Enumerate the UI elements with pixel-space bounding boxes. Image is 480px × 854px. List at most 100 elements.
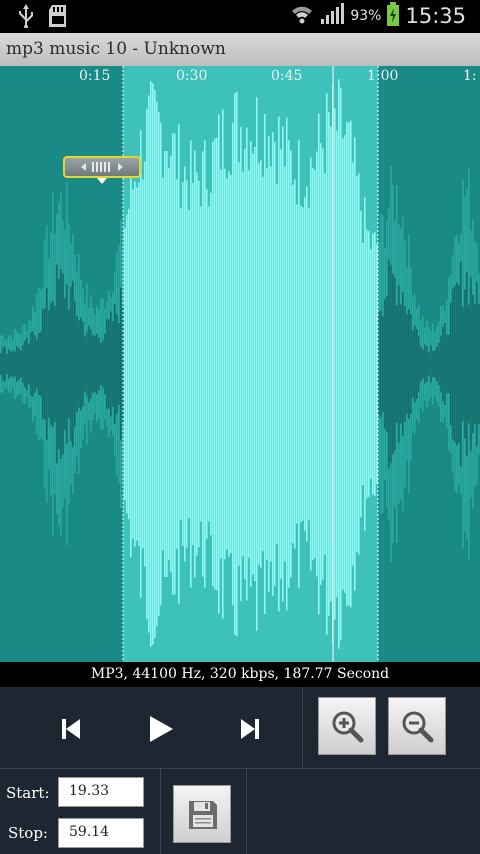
skip-to-start-button[interactable] <box>51 709 91 749</box>
waveform-core <box>76 315 78 413</box>
waveform-sample <box>210 192 212 536</box>
waveform-core <box>434 350 436 378</box>
page-title: mp3 music 10 - Unknown <box>6 39 226 59</box>
waveform-core <box>396 305 398 423</box>
waveform-core <box>44 308 46 420</box>
waveform-core <box>30 332 32 396</box>
start-label: Start: <box>6 784 50 802</box>
waveform-sample <box>244 148 246 580</box>
waveform-sample <box>124 227 126 501</box>
waveform-sample <box>136 187 138 541</box>
waveform-sample <box>340 87 342 641</box>
waveform-core <box>406 313 408 415</box>
battery-percent: 93% <box>350 8 382 24</box>
waveform-sample <box>230 174 232 554</box>
waveform-core <box>22 344 24 384</box>
play-button[interactable] <box>140 709 180 749</box>
waveform-sample <box>308 207 310 521</box>
save-button[interactable] <box>173 785 231 843</box>
waveform-sample <box>292 184 294 544</box>
waveform-sample <box>346 122 348 606</box>
waveform-sample <box>190 140 192 588</box>
waveform-sample <box>344 135 346 593</box>
waveform-sample <box>266 168 268 560</box>
waveform-core <box>110 311 112 417</box>
waveform-sample <box>376 244 378 484</box>
waveform-sample <box>250 140 252 588</box>
waveform-sample <box>216 137 218 591</box>
waveform-sample <box>256 97 258 631</box>
controls-panel: Start: 19.33 Stop: 59.14 <box>0 687 480 854</box>
sd-card-icon <box>48 4 70 32</box>
waveform-sample <box>214 138 216 590</box>
waveform-view[interactable]: 0:15 0:30 0:45 1:00 1: <box>0 66 480 662</box>
signal-icon <box>320 3 345 29</box>
waveform-sample <box>188 210 190 518</box>
waveform-core <box>62 273 64 455</box>
waveform-sample <box>232 122 234 606</box>
waveform-core <box>78 320 80 408</box>
file-info-bar: MP3, 44100 Hz, 320 kbps, 187.77 Second <box>0 662 480 687</box>
waveform-sample <box>350 120 352 608</box>
drag-right-arrow-icon <box>118 163 123 171</box>
waveform-sample <box>126 214 128 514</box>
stop-time-field[interactable]: 59.14 <box>58 818 144 848</box>
waveform-sample <box>234 93 236 635</box>
waveform-core <box>100 342 102 386</box>
waveform-sample <box>148 95 150 633</box>
waveform-core <box>86 332 88 396</box>
waveform-sample <box>270 166 272 562</box>
waveform-sample <box>164 150 166 578</box>
waveform-sample <box>238 162 240 566</box>
waveform-sample <box>242 171 244 557</box>
waveform-sample <box>218 114 220 614</box>
waveform-sample <box>226 178 228 550</box>
waveform-sample <box>196 172 198 556</box>
start-time-field[interactable]: 19.33 <box>58 777 144 807</box>
waveform-core <box>414 325 416 403</box>
waveform-core <box>114 304 116 424</box>
floppy-disk-icon <box>189 801 217 829</box>
timeline-tick: 0:45 <box>271 68 303 84</box>
waveform-core <box>84 336 86 392</box>
start-marker-pointer-icon <box>97 178 107 184</box>
skip-back-icon <box>62 719 80 739</box>
waveform-sample <box>178 124 180 604</box>
zoom-in-button[interactable] <box>318 697 376 755</box>
waveform-sample <box>208 206 210 522</box>
waveform-core <box>94 335 96 393</box>
skip-to-end-button[interactable] <box>230 709 270 749</box>
waveform-core <box>440 336 442 392</box>
waveform-core <box>18 348 20 380</box>
waveform-sample <box>290 150 292 578</box>
waveform-sample <box>166 151 168 577</box>
waveform-core <box>104 333 106 395</box>
waveform-core <box>74 300 76 428</box>
waveform-sample <box>206 189 208 539</box>
waveform-sample <box>374 232 376 496</box>
waveform-core <box>384 299 386 429</box>
waveform-core <box>4 346 6 382</box>
waveform-sample <box>298 139 300 589</box>
waveform-core <box>462 307 464 421</box>
zoom-out-button[interactable] <box>388 697 446 755</box>
waveform-core <box>418 336 420 392</box>
waveform-sample <box>282 126 284 602</box>
waveform-sample <box>220 169 222 559</box>
divider <box>160 769 161 854</box>
waveform-core <box>102 340 104 388</box>
waveform-core <box>64 297 66 431</box>
waveform-sample <box>360 210 362 518</box>
waveform-core <box>474 303 476 425</box>
waveform-core <box>48 310 50 418</box>
start-marker-handle[interactable] <box>63 156 141 178</box>
waveform-core <box>0 353 2 375</box>
waveform-sample <box>260 160 262 568</box>
waveform-sample <box>170 155 172 573</box>
waveform-core <box>14 351 16 377</box>
waveform-core <box>116 314 118 414</box>
waveform-core <box>428 352 430 376</box>
waveform-core <box>56 264 58 464</box>
timeline-tick: 1:00 <box>367 68 399 84</box>
waveform-core <box>52 300 54 428</box>
